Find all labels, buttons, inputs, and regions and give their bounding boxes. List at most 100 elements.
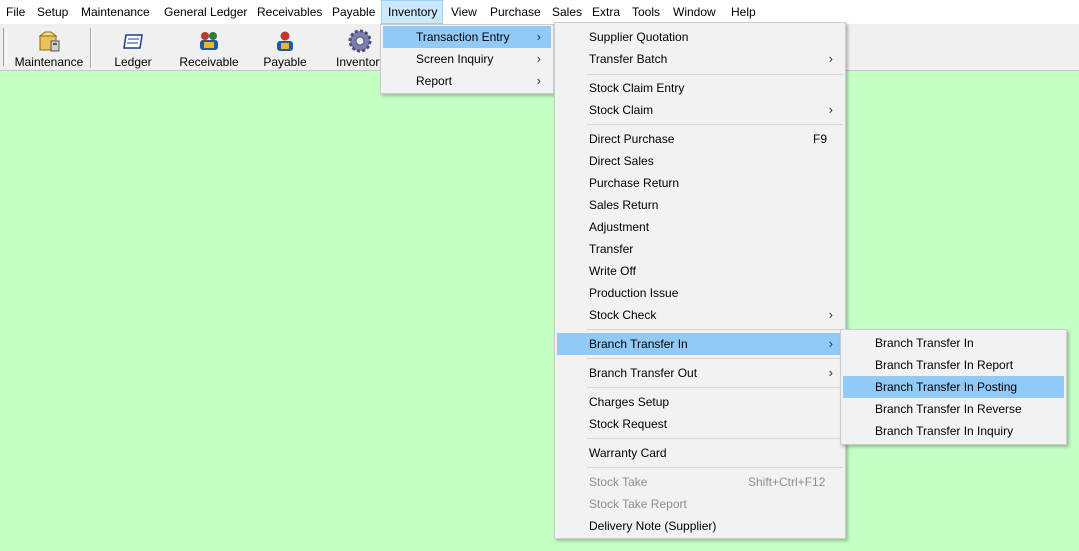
payable-tool-label: Payable [263,55,307,69]
shortcut-label: Shift+Ctrl+F12 [748,475,826,489]
menu-item-report[interactable]: Report › [383,70,551,92]
menu-item-warranty-card[interactable]: Warranty Card [557,442,843,464]
chevron-right-icon: › [536,29,541,44]
maintenance-tool-button[interactable]: Maintenance [10,24,88,70]
menu-item-branch-transfer-out[interactable]: Branch Transfer Out › [557,362,843,384]
menu-item-label: Branch Transfer In Report [875,358,1014,372]
menu-item-label: Branch Transfer In [875,336,974,350]
menu-window[interactable]: Window [673,0,716,24]
menu-item-direct-purchase[interactable]: Direct Purchase F9 [557,128,843,150]
inventory-menu: Transaction Entry › Screen Inquiry › Rep… [380,24,554,94]
menu-item-label: Purchase Return [589,176,680,190]
menu-separator [587,358,843,359]
chevron-right-icon: › [536,51,541,66]
menu-item-charges-setup[interactable]: Charges Setup [557,391,843,413]
menu-separator [587,467,843,468]
menu-item-adjustment[interactable]: Adjustment [557,216,843,238]
menu-item-branch-transfer-in[interactable]: Branch Transfer In › [557,333,843,355]
menu-inventory[interactable]: Inventory [381,0,443,24]
inventory-tool-label: Inventory [336,55,386,69]
menu-item-label: Adjustment [589,220,650,234]
chevron-right-icon: › [536,73,541,88]
menu-setup[interactable]: Setup [37,0,68,24]
chevron-right-icon: › [828,336,833,351]
menu-item-branch-transfer-in-posting[interactable]: Branch Transfer In Posting [843,376,1064,398]
menu-item-label: Branch Transfer Out [589,366,698,380]
menu-item-stock-request[interactable]: Stock Request [557,413,843,435]
menu-item-production-issue[interactable]: Production Issue [557,282,843,304]
menu-item-label: Stock Request [589,417,668,431]
menu-separator [587,438,843,439]
menu-item-label: Transfer [589,242,634,256]
menu-item-label: Branch Transfer In Reverse [875,402,1022,416]
menu-separator [587,329,843,330]
ledger-icon [123,34,143,49]
shortcut-label: F9 [813,132,828,146]
menu-item-sales-return[interactable]: Sales Return [557,194,843,216]
menu-item-label: Write Off [589,264,636,278]
payable-icon [277,31,293,51]
menu-bar: File Setup Maintenance General Ledger Re… [0,0,1079,25]
menu-item-write-off[interactable]: Write Off [557,260,843,282]
branch-transfer-in-menu: Branch Transfer In Branch Transfer In Re… [840,329,1067,445]
menu-separator [587,74,843,75]
menu-item-label: Direct Purchase [589,132,675,146]
menu-sales[interactable]: Sales [552,0,582,24]
menu-item-label: Stock Take [589,475,648,489]
menu-item-branch-transfer-in-inquiry[interactable]: Branch Transfer In Inquiry [843,420,1064,442]
menu-purchase[interactable]: Purchase [490,0,541,24]
menu-file[interactable]: File [6,0,25,24]
receivable-tool-label: Receivable [179,55,239,69]
transaction-entry-menu: Supplier Quotation Transfer Batch › Stock… [554,22,846,539]
menu-receivables[interactable]: Receivables [257,0,322,24]
toolbar-separator [90,28,92,68]
menu-item-stock-take[interactable]: Stock Take Shift+Ctrl+F12 [557,471,843,493]
menu-item-label: Stock Check [589,308,657,322]
menu-item-delivery-note-supplier[interactable]: Delivery Note (Supplier) [557,515,843,537]
menu-item-label: Stock Take Report [589,497,687,511]
menu-item-label: Branch Transfer In [589,337,688,351]
menu-item-stock-take-report[interactable]: Stock Take Report [557,493,843,515]
chevron-right-icon: › [828,307,833,322]
menu-item-supplier-quotation[interactable]: Supplier Quotation [557,26,843,48]
ledger-tool-label: Ledger [114,55,152,69]
menu-item-label: Warranty Card [589,446,667,460]
menu-item-stock-claim[interactable]: Stock Claim › [557,99,843,121]
receivable-icon [200,32,218,50]
toolbar-grip[interactable] [3,28,7,66]
menu-item-branch-transfer-in-reverse[interactable]: Branch Transfer In Reverse [843,398,1064,420]
menu-item-label: Transfer Batch [589,52,668,66]
menu-item-branch-transfer-in-report[interactable]: Branch Transfer In Report [843,354,1064,376]
menu-extra[interactable]: Extra [592,0,620,24]
menu-item-screen-inquiry[interactable]: Screen Inquiry › [383,48,551,70]
menu-view[interactable]: View [451,0,477,24]
menu-maintenance[interactable]: Maintenance [81,0,150,24]
menu-item-transfer-batch[interactable]: Transfer Batch › [557,48,843,70]
payable-tool-button[interactable]: Payable [254,24,316,70]
chevron-right-icon: › [828,365,833,380]
menu-item-branch-transfer-in[interactable]: Branch Transfer In [843,332,1064,354]
menu-item-label: Production Issue [589,286,679,300]
ledger-tool-button[interactable]: Ledger [100,24,166,70]
maintenance-tool-label: Maintenance [14,55,84,69]
menu-item-label: Branch Transfer In Inquiry [875,424,1014,438]
menu-help[interactable]: Help [731,0,756,24]
menu-item-label: Stock Claim [589,103,654,117]
menu-tools[interactable]: Tools [632,0,660,24]
menu-item-label: Sales Return [589,198,659,212]
menu-item-stock-claim-entry[interactable]: Stock Claim Entry [557,77,843,99]
menu-item-label: Screen Inquiry [416,52,494,66]
chevron-right-icon: › [828,51,833,66]
maintenance-icon [38,31,60,52]
menu-item-label: Supplier Quotation [589,30,689,44]
menu-item-transaction-entry[interactable]: Transaction Entry › [383,26,551,48]
menu-general-ledger[interactable]: General Ledger [164,0,247,24]
menu-item-transfer[interactable]: Transfer [557,238,843,260]
menu-item-label: Direct Sales [589,154,654,168]
chevron-right-icon: › [828,102,833,117]
menu-item-direct-sales[interactable]: Direct Sales [557,150,843,172]
menu-item-purchase-return[interactable]: Purchase Return [557,172,843,194]
receivable-tool-button[interactable]: Receivable [172,24,246,70]
menu-payable[interactable]: Payable [332,0,375,24]
menu-item-stock-check[interactable]: Stock Check › [557,304,843,326]
